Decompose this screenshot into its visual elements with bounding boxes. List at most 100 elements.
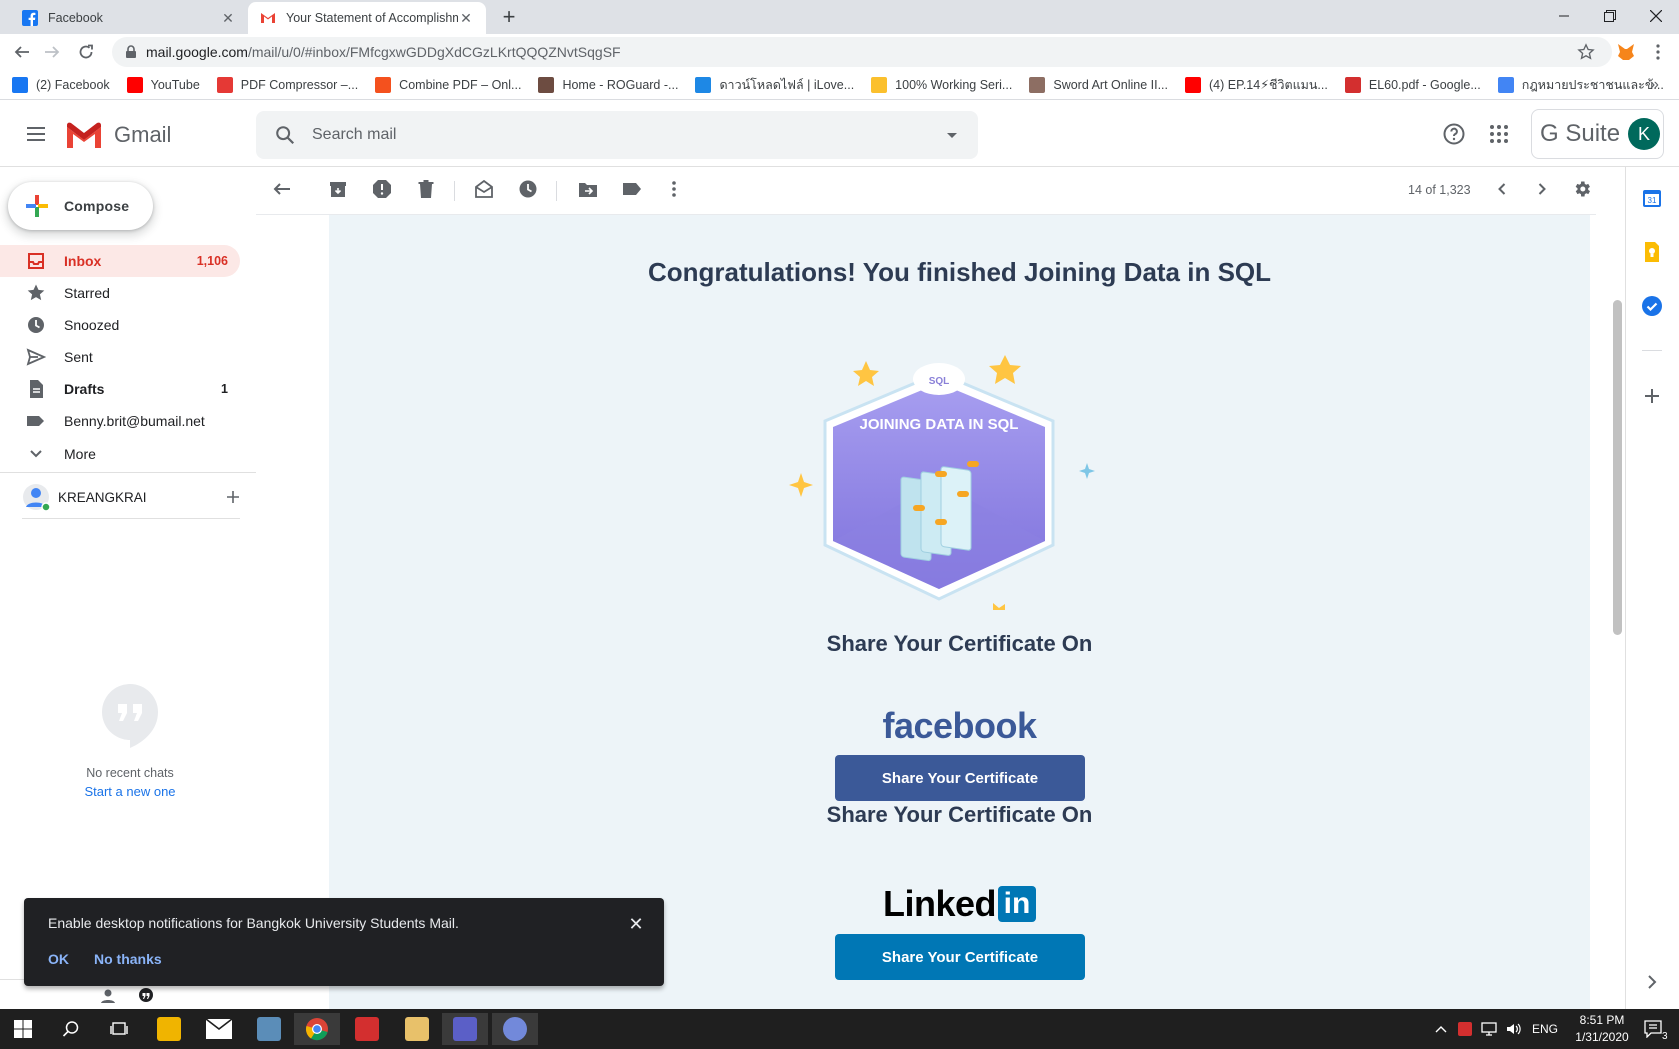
gmail-logo[interactable]: Gmail [64, 120, 171, 150]
bookmark-item[interactable]: YouTube [126, 76, 200, 93]
taskbar-mail[interactable] [196, 1013, 242, 1045]
bookmark-label: Sword Art Online II... [1053, 77, 1168, 92]
taskbar-store[interactable] [146, 1013, 192, 1045]
minimize-button[interactable] [1541, 0, 1587, 32]
volume-icon [1507, 1023, 1521, 1035]
task-view-button[interactable] [96, 1013, 142, 1045]
tray-garena[interactable] [1458, 1009, 1472, 1049]
url-host: mail.google.com [146, 44, 248, 60]
bookmark-item[interactable]: Sword Art Online II... [1029, 76, 1168, 93]
chevron-right-icon[interactable] [1532, 179, 1552, 199]
delete-icon[interactable] [416, 179, 436, 199]
add-addon-icon[interactable] [1641, 385, 1663, 407]
sidebar-item-more[interactable]: More [0, 438, 240, 470]
person-icon[interactable] [100, 988, 116, 1004]
bookmark-item[interactable]: (4) EP.14⚡ชีวิตแมน... [1185, 75, 1328, 95]
calendar-icon[interactable]: 31 [1641, 187, 1663, 209]
back-button[interactable] [10, 40, 34, 64]
back-to-inbox-icon[interactable] [272, 179, 292, 199]
bookmark-item[interactable]: 100% Working Seri... [871, 76, 1013, 93]
tasks-icon[interactable] [1641, 295, 1663, 317]
mark-unread-icon[interactable] [474, 179, 494, 199]
ok-button[interactable]: OK [48, 951, 69, 967]
taskbar-discord[interactable] [492, 1013, 538, 1045]
help-icon[interactable] [1442, 122, 1466, 146]
main-menu-icon[interactable] [24, 122, 48, 146]
reload-icon [79, 44, 93, 59]
close-tab-icon[interactable]: ✕ [458, 10, 474, 26]
sidebar-item-inbox[interactable]: Inbox 1,106 [0, 245, 240, 277]
address-bar[interactable]: mail.google.com/mail/u/0/#inbox/FMfcgxwG… [112, 37, 1612, 67]
sidebar: Compose Inbox 1,106 Starred Snoozed Sent Draf… [0, 167, 256, 1009]
apps-grid-icon[interactable] [1487, 122, 1511, 146]
bookmark-item[interactable]: PDF Compressor –... [216, 76, 358, 93]
tab-facebook[interactable]: Facebook ✕ [10, 2, 248, 34]
taskbar-chrome[interactable] [294, 1013, 340, 1045]
sidebar-item-drafts[interactable]: Drafts 1 [0, 373, 240, 405]
add-contact-icon[interactable] [226, 490, 240, 504]
tray-volume[interactable] [1506, 1009, 1522, 1049]
scrollbar-thumb[interactable] [1613, 300, 1622, 635]
chevron-left-icon[interactable] [1492, 179, 1512, 199]
tab-gmail[interactable]: Your Statement of Accomplishme ✕ [248, 2, 486, 34]
close-window-button[interactable] [1633, 0, 1679, 32]
restore-button[interactable] [1587, 0, 1633, 32]
bookmark-item[interactable]: Combine PDF – Onl... [375, 76, 521, 93]
browser-menu-button[interactable] [1646, 40, 1670, 64]
taskbar-teams[interactable] [442, 1013, 488, 1045]
sidebar-item-starred[interactable]: Starred [0, 277, 240, 309]
extension-button[interactable] [1614, 40, 1638, 64]
search-icon[interactable] [274, 124, 296, 146]
share-linkedin-button[interactable]: Share Your Certificate [835, 934, 1085, 980]
close-icon[interactable]: ✕ [624, 912, 648, 936]
lock-icon [126, 45, 136, 58]
bookmark-favicon-icon [1497, 76, 1514, 93]
start-chat-link[interactable]: Start a new one [40, 784, 220, 799]
reload-button[interactable] [74, 40, 98, 64]
tray-chevron-up[interactable] [1435, 1009, 1447, 1049]
hangouts-icon[interactable] [138, 988, 154, 1004]
taskbar-explorer[interactable] [394, 1013, 440, 1045]
new-tab-button[interactable]: + [498, 4, 520, 29]
start-button[interactable] [0, 1013, 46, 1045]
input-language[interactable]: ENG [1532, 1009, 1558, 1049]
sidebar-item-snoozed[interactable]: Snoozed [0, 309, 240, 341]
chevron-right-icon[interactable] [1641, 971, 1663, 993]
taskbar-photos[interactable] [246, 1013, 292, 1045]
bookmark-item[interactable]: (2) Facebook [12, 76, 110, 93]
keep-icon[interactable] [1641, 241, 1663, 263]
settings-gear-icon[interactable] [1572, 179, 1592, 199]
more-vert-icon[interactable] [664, 179, 684, 199]
bookmark-label: 100% Working Seri... [895, 77, 1013, 92]
search-options-icon[interactable] [940, 123, 964, 147]
bookmark-star-button[interactable] [1574, 40, 1598, 64]
hangouts-user[interactable]: KREANGKRAI [22, 482, 240, 512]
search-bar[interactable]: Search mail [256, 111, 978, 159]
snooze-icon[interactable] [518, 179, 538, 199]
move-to-icon[interactable] [578, 179, 598, 199]
sidebar-item-benny-brit-bumail-net[interactable]: Benny.brit@bumail.net [0, 405, 240, 437]
account-switcher[interactable]: G Suite K [1531, 109, 1664, 159]
bookmark-item[interactable]: EL60.pdf - Google... [1344, 76, 1481, 93]
bookmark-item[interactable]: Home - ROGuard -... [538, 76, 678, 93]
share-facebook-button[interactable]: Share Your Certificate [835, 755, 1085, 801]
bookmarks-overflow-icon[interactable]: » [1650, 76, 1659, 94]
sidebar-item-sent[interactable]: Sent [0, 341, 240, 373]
bookmark-item[interactable]: กฎหมายประชาชนและข้... [1497, 75, 1664, 95]
label-tag-icon[interactable] [622, 179, 642, 199]
avatar[interactable]: K [1628, 118, 1661, 150]
taskbar-garena[interactable] [344, 1013, 390, 1045]
taskbar-search-button[interactable] [48, 1013, 94, 1045]
search-input[interactable]: Search mail [312, 126, 940, 144]
action-center[interactable]: 3 [1644, 1009, 1668, 1049]
tray-network[interactable] [1481, 1009, 1497, 1049]
report-spam-icon[interactable] [372, 179, 392, 199]
bookmark-item[interactable]: ดาวน์โหลดไฟล์ | iLove... [695, 75, 854, 95]
no-thanks-button[interactable]: No thanks [94, 951, 162, 967]
system-clock[interactable]: 8:51 PM 1/31/2020 [1567, 1012, 1637, 1046]
forward-button[interactable] [40, 40, 64, 64]
compose-button[interactable]: Compose [8, 182, 153, 230]
sidebar-item-label: Starred [64, 285, 110, 301]
archive-icon[interactable] [328, 179, 348, 199]
close-tab-icon[interactable]: ✕ [220, 10, 236, 26]
